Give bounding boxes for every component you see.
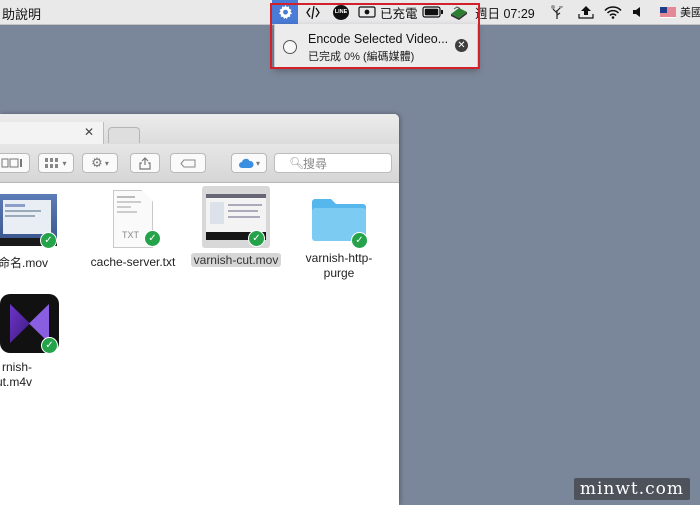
gear-action-icon: ⚙ xyxy=(91,155,103,170)
tags-button[interactable] xyxy=(170,153,206,173)
share-button[interactable] xyxy=(130,153,160,173)
arrange-button[interactable]: ▾ xyxy=(38,153,74,173)
finder-tab-bar: ✕ xyxy=(0,114,399,144)
sync-complete-icon: ✓ xyxy=(248,230,265,247)
sync-complete-icon: ✓ xyxy=(144,230,161,247)
file-item[interactable]: ✓ 未命名.mov xyxy=(0,194,58,271)
wifi-status[interactable] xyxy=(603,0,623,24)
code-menu-extra[interactable] xyxy=(304,0,322,24)
task-title: Encode Selected Video... xyxy=(308,32,449,46)
line-menu-extra[interactable]: LINE xyxy=(332,0,350,24)
search-icon: 🔍︎ xyxy=(289,156,305,170)
speaker-icon xyxy=(633,7,640,17)
upload-icon xyxy=(578,6,594,19)
gear-menu-extra[interactable] xyxy=(272,0,298,24)
upload-menu-extra[interactable] xyxy=(577,0,595,24)
chevron-down-icon: ▾ xyxy=(255,158,260,168)
tag-icon xyxy=(180,159,196,167)
sync-complete-icon: ✓ xyxy=(40,232,57,249)
finder-window: ✕ ▾ ⚙ ▾ ▾ 🔍︎ 搜尋 ✓ 命名.mov TXT ✓ cache-ser… xyxy=(0,114,399,505)
tree-icon xyxy=(551,5,563,19)
sync-complete-icon: ✓ xyxy=(41,337,58,354)
file-name: varnish-http-purge xyxy=(305,251,373,280)
cancel-task-icon[interactable]: ✕ xyxy=(455,39,468,52)
action-button[interactable]: ⚙ ▾ xyxy=(82,153,118,173)
search-field[interactable]: 🔍︎ 搜尋 xyxy=(274,153,392,173)
file-item[interactable]: TXT ✓ cache-server.txt xyxy=(83,190,183,270)
progress-spinner-icon xyxy=(283,40,297,54)
line-icon: LINE xyxy=(333,4,349,20)
file-name: varnish-cut.mov xyxy=(190,253,282,267)
share-icon xyxy=(139,156,151,170)
sync-complete-icon: ✓ xyxy=(351,232,368,249)
cloud-sync-button[interactable]: ▾ xyxy=(231,153,267,173)
tree-menu-extra[interactable] xyxy=(548,0,566,24)
cover-flow-icon xyxy=(1,158,22,168)
grid-icon xyxy=(45,158,59,168)
file-name: cache-server.txt xyxy=(90,255,176,269)
file-item-selected[interactable]: ✓ varnish-cut.mov xyxy=(186,186,286,268)
close-tab-icon[interactable]: ✕ xyxy=(84,125,94,139)
menu-help[interactable]: 助說明 xyxy=(2,4,41,23)
us-flag-icon xyxy=(660,6,676,18)
battery-status[interactable]: 已充電 xyxy=(380,0,444,24)
battery-text: 已充電 xyxy=(380,6,418,21)
search-placeholder: 搜尋 xyxy=(303,156,328,171)
drive-menu-extra[interactable] xyxy=(447,0,469,24)
file-type-label: TXT xyxy=(122,230,139,240)
wifi-icon xyxy=(604,5,622,19)
watermark: minwt.com xyxy=(573,478,690,500)
drive-icon xyxy=(451,5,467,20)
volume-status[interactable] xyxy=(630,0,644,24)
new-tab-button[interactable] xyxy=(108,127,140,143)
input-source[interactable]: 美國 xyxy=(660,0,700,24)
input-source-label: 美國 xyxy=(680,7,700,19)
screen-menu-extra[interactable] xyxy=(357,0,377,24)
finder-toolbar: ▾ ⚙ ▾ ▾ 🔍︎ 搜尋 xyxy=(0,144,399,183)
line-label: LINE xyxy=(334,8,348,15)
view-columns-button[interactable] xyxy=(0,153,30,173)
file-name: rnish-cut.m4v xyxy=(0,360,32,389)
encode-progress-popover: Encode Selected Video... 已完成 0% (編碼媒體) ✕ xyxy=(274,24,478,69)
battery-icon xyxy=(421,6,443,18)
cloud-icon xyxy=(238,158,254,168)
finder-tab[interactable]: ✕ xyxy=(0,122,104,144)
screen-record-icon xyxy=(358,6,376,18)
chevron-down-icon: ▾ xyxy=(62,158,67,168)
menubar-clock[interactable]: 週日 07:29 xyxy=(475,0,535,24)
folder-item[interactable]: ✓ varnish-http-purge xyxy=(289,194,389,281)
code-icon xyxy=(306,5,320,19)
chevron-down-icon: ▾ xyxy=(104,158,109,168)
task-progress-text: 已完成 0% (編碼媒體) xyxy=(308,51,415,63)
file-item[interactable]: ✓ rnish-cut.m4v xyxy=(0,294,60,390)
gear-icon xyxy=(278,4,292,19)
file-name: 未命名.mov xyxy=(0,256,48,270)
menu-bar: 助說明 LINE 已充電 週日 07:29 美國 xyxy=(0,0,700,25)
